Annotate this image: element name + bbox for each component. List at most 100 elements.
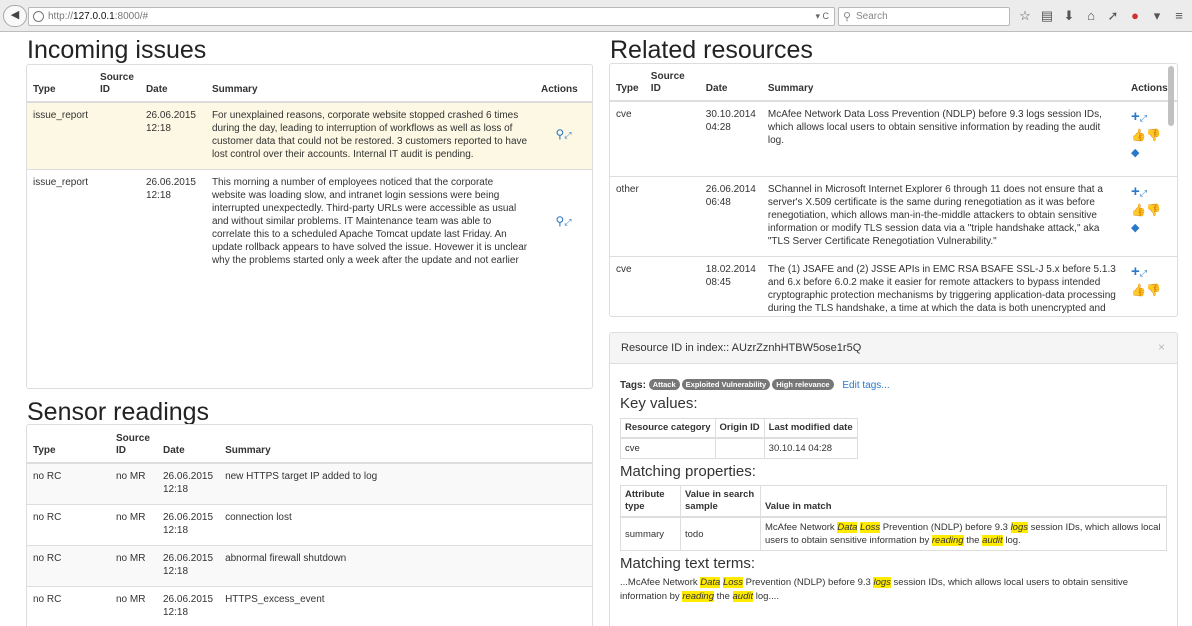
search-bar[interactable]: ⚲ Search — [838, 7, 1010, 26]
cell-source: no MR — [110, 545, 157, 587]
dropdown-icon[interactable]: ▾ — [1146, 6, 1168, 26]
cell-source: no MR — [110, 504, 157, 546]
table-row[interactable]: issue_report 26.06.2015 12:18 For unexpl… — [27, 101, 592, 170]
cell-type: no RC — [27, 586, 110, 626]
scrollbar-thumb[interactable] — [1168, 66, 1174, 126]
tag-badge[interactable]: High relevance — [772, 379, 834, 390]
menu-icon[interactable]: ≡ — [1168, 6, 1190, 26]
cell-summary: abnormal firewall shutdown — [219, 545, 592, 587]
related-resources-title: Related resources — [610, 36, 813, 64]
magic-wand-icon[interactable]: ⤢ — [1140, 188, 1147, 198]
col-type: Type — [27, 425, 110, 464]
col-source-id: Source ID — [644, 64, 700, 102]
magic-wand-icon[interactable]: ⤢ — [564, 130, 571, 140]
url-bar[interactable]: http://127.0.0.1:8000/# ▾ C — [28, 7, 835, 26]
cell-type: no RC — [27, 462, 110, 505]
matching-terms-text: ...McAfee Network Data Loss Prevention (… — [620, 577, 1128, 602]
cell-summary: HTTPS_excess_event — [219, 586, 592, 626]
tags-label: Tags: — [620, 380, 646, 391]
cell-actions: +⤢ 👍👎 ◆ — [1125, 175, 1177, 256]
bookmark-star-icon[interactable]: ☆ — [1014, 6, 1036, 26]
adblock-icon[interactable]: ● — [1124, 6, 1146, 26]
thumbs-down-icon[interactable]: 👎 — [1146, 128, 1161, 142]
cell-date: 26.06.2014 06:48 — [699, 175, 762, 256]
incoming-issues-panel: Type Source ID Date Summary Actions issu… — [26, 64, 593, 389]
thumbs-up-icon[interactable]: 👍 — [1131, 283, 1146, 297]
cell-modified: 30.10.14 04:28 — [763, 437, 858, 459]
close-icon[interactable]: × — [1158, 340, 1165, 354]
tag-badge[interactable]: Attack — [648, 379, 680, 390]
col-source-id: Source ID — [94, 65, 140, 103]
tag-icon[interactable]: ◆ — [1131, 222, 1139, 234]
download-icon[interactable]: ⬇ — [1058, 6, 1080, 26]
thumbs-up-icon[interactable]: 👍 — [1131, 203, 1146, 217]
cell-date: 26.06.2015 12:18 — [157, 586, 220, 626]
cell-source: no MR — [110, 462, 157, 505]
cell-origin — [714, 437, 765, 459]
table-row[interactable]: no RC no MR 26.06.2015 12:18 connection los… — [27, 504, 592, 546]
related-resources-panel: Type Source ID Date Summary Actions cve … — [609, 63, 1178, 317]
cell-actions: ⚲⤢ — [535, 169, 592, 275]
col-value-sample: Value in search sample — [680, 485, 761, 518]
cell-type: other — [610, 175, 645, 256]
cell-summary: The (1) JSAFE and (2) JSSE APIs in EMC R… — [761, 255, 1125, 316]
send-icon[interactable]: ➚ — [1102, 6, 1124, 26]
back-button[interactable]: ◀ — [3, 5, 27, 27]
col-summary: Summary — [761, 64, 1125, 102]
cell-actions: +⤢ 👍👎 — [1125, 255, 1177, 316]
table-row[interactable]: issue_report 26.06.2015 12:18 This morni… — [27, 169, 592, 275]
cell-source — [94, 169, 140, 275]
search-icon[interactable]: ⚲ — [556, 214, 565, 228]
thumbs-down-icon[interactable]: 👎 — [1146, 283, 1161, 297]
col-origin-id: Origin ID — [714, 418, 765, 439]
thumbs-up-icon[interactable]: 👍 — [1131, 128, 1146, 142]
edit-tags-link[interactable]: Edit tags... — [842, 380, 889, 391]
cell-date: 26.06.2015 12:18 — [157, 504, 220, 546]
cell-date: 18.02.2014 08:45 — [699, 255, 762, 316]
matching-properties-table: Attribute type Value in search sample Valu… — [620, 485, 1167, 551]
cell-summary: McAfee Network Data Loss Prevention (NDL… — [761, 100, 1125, 176]
cell-category: cve — [620, 437, 716, 459]
cell-date: 26.06.2015 12:18 — [157, 462, 220, 505]
table-row[interactable]: no RC no MR 26.06.2015 12:18 abnormal firew… — [27, 545, 592, 587]
col-value-match: Value in match — [760, 485, 1167, 518]
table-row[interactable]: no RC no MR 26.06.2015 12:18 new HTTPS targ… — [27, 462, 592, 505]
home-icon[interactable]: ⌂ — [1080, 6, 1102, 26]
col-actions: Actions — [535, 65, 592, 103]
col-date: Date — [699, 64, 762, 102]
matching-terms-title: Matching text terms: — [620, 555, 756, 572]
browser-toolbar: ◀ http://127.0.0.1:8000/# ▾ C ⚲ Search ☆… — [0, 0, 1192, 32]
cell-sample: todo — [680, 516, 761, 551]
cell-summary: For unexplained reasons, corporate websi… — [205, 101, 535, 170]
table-row[interactable]: other 26.06.2014 06:48 SChannel in Micro… — [610, 175, 1177, 256]
col-type: Type — [27, 65, 95, 103]
add-icon[interactable]: + — [1131, 263, 1140, 280]
key-values-table: Resource category Origin ID Last modified … — [620, 418, 858, 459]
cell-summary: SChannel in Microsoft Internet Explorer … — [761, 175, 1125, 256]
thumbs-down-icon[interactable]: 👎 — [1146, 203, 1161, 217]
col-attribute-type: Attribute type — [620, 485, 681, 518]
incoming-issues-title: Incoming issues — [27, 36, 207, 64]
add-icon[interactable]: + — [1131, 108, 1140, 125]
table-row[interactable]: cve 18.02.2014 08:45 The (1) JSAFE and (… — [610, 255, 1177, 316]
cell-source — [644, 175, 700, 256]
magic-wand-icon[interactable]: ⤢ — [1140, 113, 1147, 123]
reload-icon[interactable]: ▾ C — [815, 11, 829, 22]
search-icon: ⚲ — [843, 11, 852, 23]
reading-list-icon[interactable]: ▤ — [1036, 6, 1058, 26]
key-values-title: Key values: — [620, 395, 698, 412]
detail-header: Resource ID in index:: AUzrZznhHTBW5ose1… — [610, 333, 1177, 364]
tag-badge[interactable]: Exploited Vulnerability — [681, 379, 771, 390]
add-icon[interactable]: + — [1131, 183, 1140, 200]
resource-detail-panel: Resource ID in index:: AUzrZznhHTBW5ose1… — [609, 332, 1178, 626]
tag-icon[interactable]: ◆ — [1131, 147, 1139, 159]
magic-wand-icon[interactable]: ⤢ — [1140, 268, 1147, 278]
cell-summary: new HTTPS target IP added to log — [219, 462, 592, 505]
cell-actions: ⚲⤢ — [535, 101, 592, 170]
search-icon[interactable]: ⚲ — [556, 127, 565, 141]
sensor-readings-title: Sensor readings — [27, 398, 210, 426]
table-row[interactable]: no RC no MR 26.06.2015 12:18 HTTPS_excess_e… — [27, 586, 592, 626]
cell-date: 26.06.2015 12:18 — [157, 545, 220, 587]
table-row[interactable]: cve 30.10.2014 04:28 McAfee Network Data… — [610, 100, 1177, 176]
magic-wand-icon[interactable]: ⤢ — [564, 217, 571, 227]
